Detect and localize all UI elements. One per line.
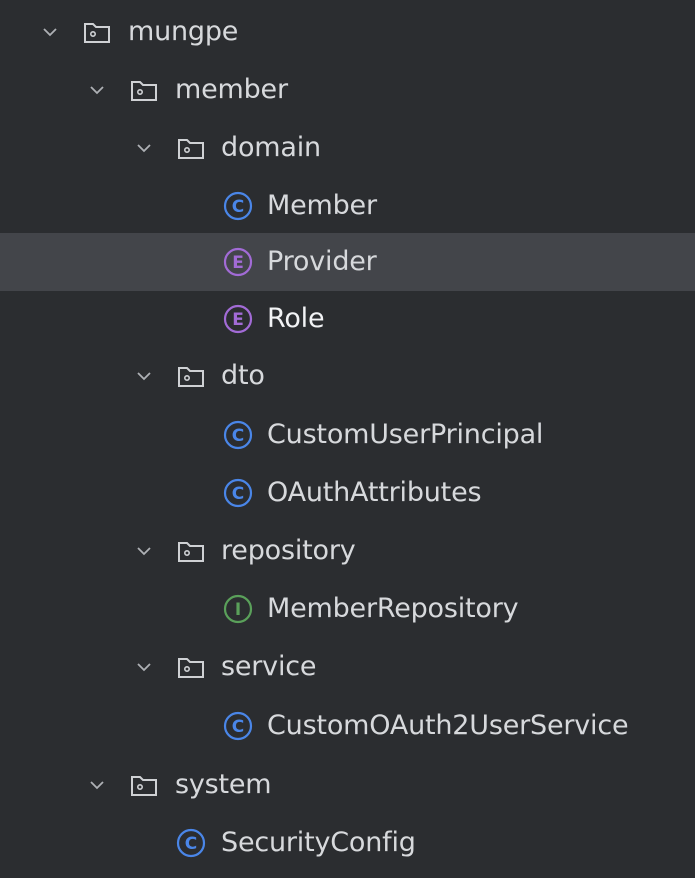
class-icon: C [223, 711, 253, 741]
folder-icon [82, 17, 112, 47]
tree-item-label: CustomUserPrincipal [267, 419, 544, 450]
svg-text:C: C [185, 834, 197, 854]
folder-icon [129, 75, 159, 105]
class-icon: C [223, 478, 253, 508]
tree-item-system[interactable]: system [0, 756, 695, 814]
tree-item-label: domain [221, 132, 321, 163]
svg-text:C: C [232, 484, 244, 504]
tree-item-label: service [221, 651, 317, 682]
svg-text:I: I [235, 600, 241, 620]
svg-text:C: C [232, 717, 244, 737]
svg-text:E: E [232, 310, 244, 330]
enum-icon: E [223, 247, 253, 277]
chevron-down-icon[interactable] [133, 137, 155, 159]
tree-item-label: Role [267, 303, 325, 334]
tree-item-provider-enum[interactable]: E Provider [0, 233, 695, 291]
folder-icon [176, 652, 206, 682]
tree-item-member-class[interactable]: C Member [0, 177, 695, 235]
tree-item-member[interactable]: member [0, 61, 695, 119]
class-icon: C [223, 420, 253, 450]
tree-item-domain[interactable]: domain [0, 119, 695, 177]
folder-icon [129, 770, 159, 800]
interface-icon: I [223, 594, 253, 624]
folder-icon [176, 536, 206, 566]
tree-item-label: dto [221, 360, 265, 391]
chevron-down-icon[interactable] [133, 540, 155, 562]
tree-item-label: system [175, 769, 272, 800]
tree-item-dto[interactable]: dto [0, 347, 695, 405]
tree-item-securityconfig-class[interactable]: C SecurityConfig [0, 814, 695, 872]
tree-item-repository[interactable]: repository [0, 522, 695, 580]
class-icon: C [176, 828, 206, 858]
tree-item-customoauth2userservice-class[interactable]: C CustomOAuth2UserService [0, 697, 695, 755]
project-tree: mungpe member domain C Member E Provider [0, 0, 695, 878]
tree-item-label: mungpe [128, 16, 239, 47]
tree-item-customuserprincipal-class[interactable]: C CustomUserPrincipal [0, 406, 695, 464]
tree-item-label: repository [221, 535, 356, 566]
tree-item-label: Provider [267, 246, 377, 277]
folder-icon [176, 133, 206, 163]
chevron-down-icon[interactable] [86, 79, 108, 101]
tree-item-label: CustomOAuth2UserService [267, 710, 629, 741]
folder-icon [176, 361, 206, 391]
svg-text:E: E [232, 253, 244, 273]
chevron-down-icon[interactable] [133, 365, 155, 387]
chevron-down-icon[interactable] [39, 21, 61, 43]
svg-text:C: C [232, 197, 244, 217]
svg-text:C: C [232, 426, 244, 446]
tree-item-label: SecurityConfig [221, 827, 416, 858]
tree-item-mungpe[interactable]: mungpe [0, 3, 695, 61]
tree-item-label: member [175, 74, 288, 105]
tree-item-label: MemberRepository [267, 593, 519, 624]
tree-item-oauthattributes-class[interactable]: C OAuthAttributes [0, 464, 695, 522]
chevron-down-icon[interactable] [133, 656, 155, 678]
tree-item-memberrepository-interface[interactable]: I MemberRepository [0, 580, 695, 638]
tree-item-service[interactable]: service [0, 638, 695, 696]
tree-item-label: Member [267, 190, 377, 221]
chevron-down-icon[interactable] [86, 774, 108, 796]
tree-item-label: OAuthAttributes [267, 477, 482, 508]
tree-item-role-enum[interactable]: E Role [0, 290, 695, 348]
enum-icon: E [223, 304, 253, 334]
class-icon: C [223, 191, 253, 221]
